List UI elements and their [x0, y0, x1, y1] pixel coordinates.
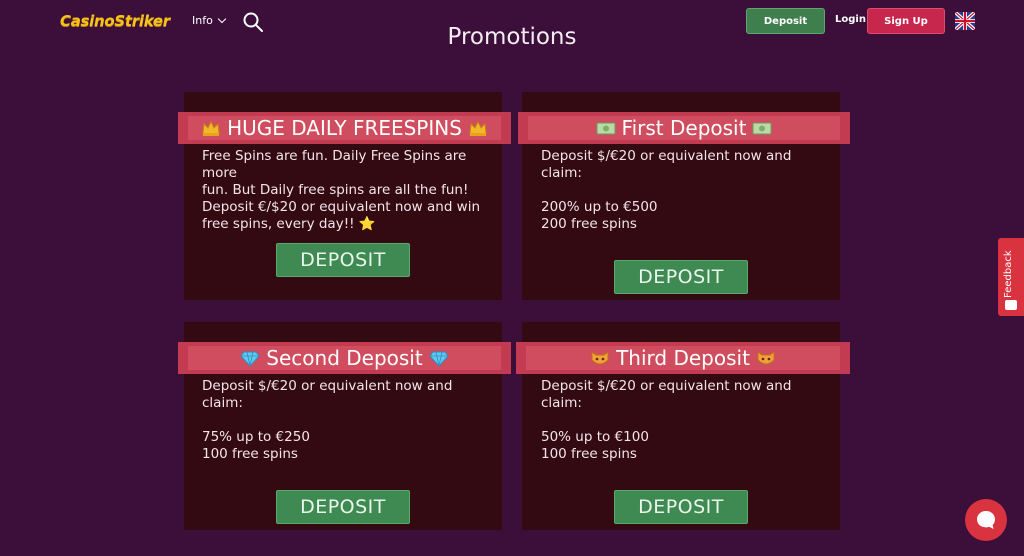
promo-card-header: HUGE DAILY FREESPINS [178, 112, 511, 144]
promo-card-line: Deposit $/€20 or equivalent now and clai… [541, 148, 792, 181]
feedback-label: Feedback [1003, 250, 1014, 298]
chat-icon [977, 511, 995, 529]
promo-card-line: 200 free spins [541, 216, 637, 232]
chat-button[interactable] [965, 499, 1007, 541]
deposit-button-second-deposit[interactable]: DEPOSIT [276, 490, 410, 524]
deposit-button-third-deposit[interactable]: DEPOSIT [614, 490, 748, 524]
promo-card-header: Second Deposit [178, 342, 511, 374]
promo-card-line [202, 412, 492, 429]
promo-card-title: Third Deposit [616, 346, 750, 370]
deposit-button-daily-freespins[interactable]: DEPOSIT [276, 243, 410, 277]
promo-card-line: Deposit $/€20 or equivalent now and clai… [541, 378, 792, 411]
promo-card-line: fun. But Daily free spins are all the fu… [202, 182, 469, 198]
promo-card-line: 50% up to €100 [541, 429, 649, 445]
promo-card-line: Deposit $/€20 or equivalent now and clai… [202, 378, 453, 411]
promo-card-line: 75% up to €250 [202, 429, 310, 445]
promo-card-line [541, 182, 831, 199]
promo-card-line [541, 412, 831, 429]
promo-card-body: Deposit $/€20 or equivalent now and clai… [202, 378, 492, 463]
promo-card-title: First Deposit [621, 116, 747, 140]
feedback-tab[interactable]: Feedback [998, 238, 1024, 316]
promo-card-body: Deposit $/€20 or equivalent now and clai… [541, 148, 831, 233]
promo-card-body: Deposit $/€20 or equivalent now and clai… [541, 378, 831, 463]
promo-card-header: First Deposit [518, 112, 850, 144]
cat-face-icon [591, 351, 609, 365]
promo-card-line: 100 free spins [202, 446, 298, 462]
crown-icon [469, 120, 487, 136]
promo-card-title: Second Deposit [266, 346, 423, 370]
crown-icon [202, 120, 220, 136]
page-title: Promotions [447, 24, 577, 50]
promo-card-line: Deposit €/$20 or equivalent now and win [202, 199, 481, 215]
money-icon [752, 122, 772, 135]
diamond-icon [429, 351, 449, 367]
promo-card-line: Free Spins are fun. Daily Free Spins are… [202, 148, 467, 181]
chevron-down-icon [217, 14, 227, 24]
deposit-button-first-deposit[interactable]: DEPOSIT [614, 260, 748, 294]
promo-card-line: free spins, every day!! ⭐ [202, 216, 376, 232]
promo-card-line: 100 free spins [541, 446, 637, 462]
promo-card-body: Free Spins are fun. Daily Free Spins are… [202, 148, 492, 233]
cat-face-icon [757, 351, 775, 365]
promo-card-header: Third Deposit [516, 342, 850, 374]
diamond-icon [240, 351, 260, 367]
promo-card-title: HUGE DAILY FREESPINS [227, 116, 462, 140]
promo-card-line: 200% up to €500 [541, 199, 658, 215]
money-icon [596, 122, 616, 135]
feedback-icon [1005, 300, 1017, 310]
